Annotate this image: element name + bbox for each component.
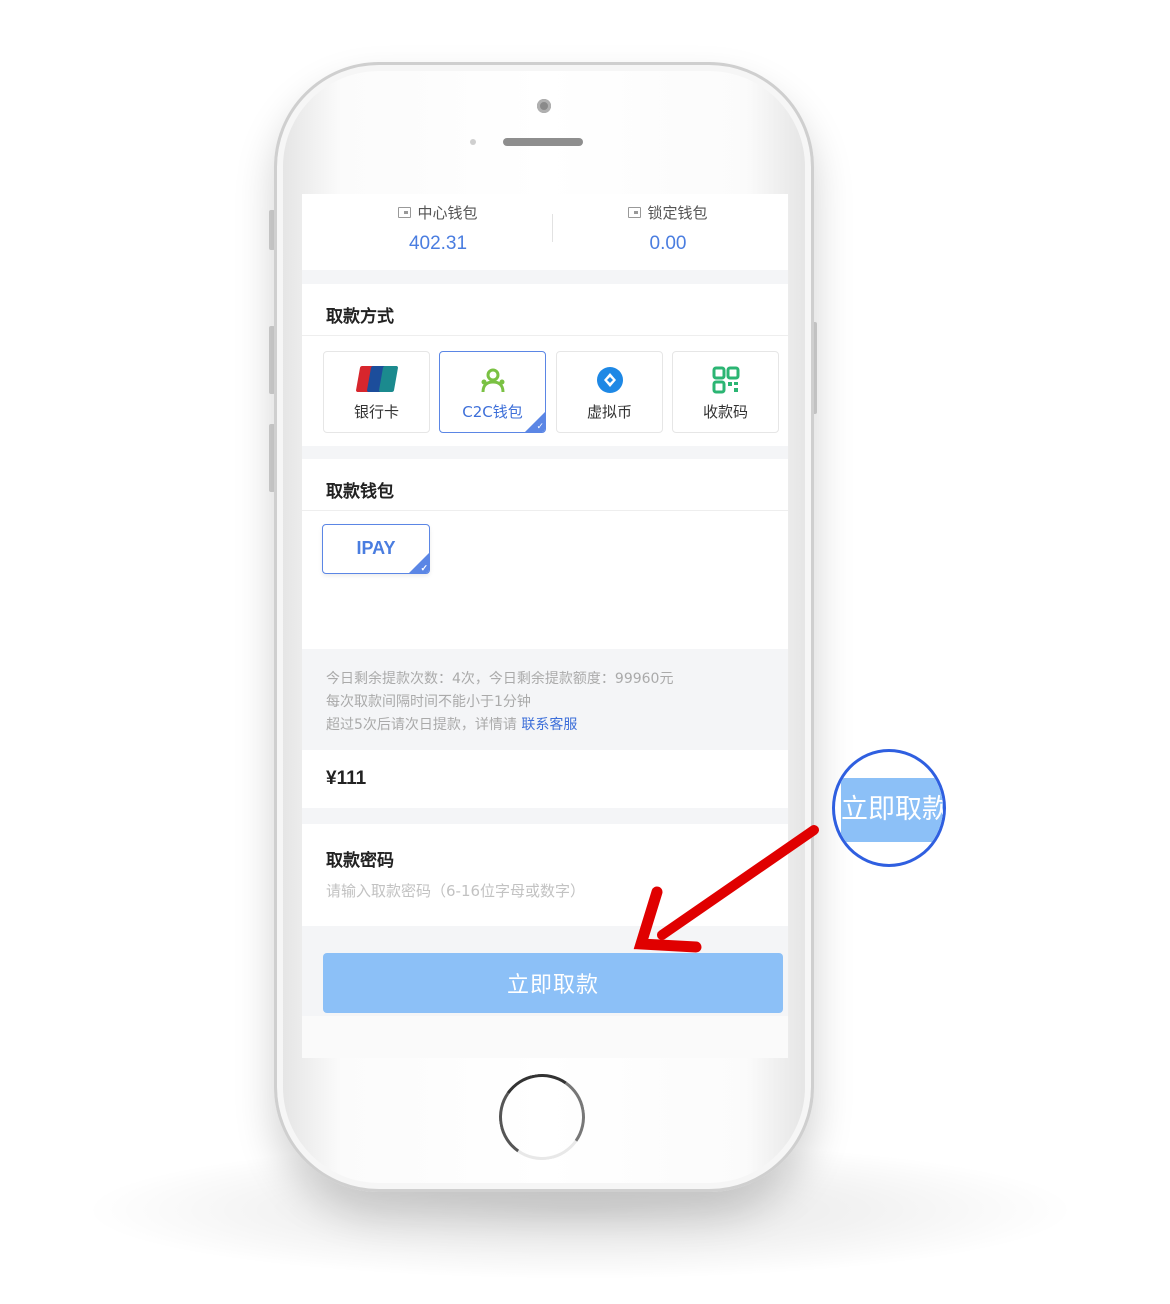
wallet-divider xyxy=(552,214,553,242)
withdraw-wallet-section: 取款钱包 IPAY xyxy=(302,459,788,649)
method-bank-card[interactable]: 银行卡 xyxy=(323,351,430,433)
withdraw-password-input[interactable] xyxy=(326,882,766,900)
selected-check-icon xyxy=(525,412,545,432)
zoom-callout-label: 立即取款 xyxy=(841,778,943,842)
wallet-icon xyxy=(398,207,412,218)
withdraw-method-section: 取款方式 银行卡 C2C钱包 ✓ 虚拟币 收款码 xyxy=(302,284,788,446)
method-label: 虚拟币 xyxy=(586,403,632,421)
wallet-option-ipay[interactable]: IPAY xyxy=(322,524,430,574)
divider xyxy=(302,335,788,336)
method-qr-code[interactable]: 收款码 xyxy=(672,351,779,433)
unionpay-card-icon xyxy=(355,366,398,392)
app-screen: 中心钱包 402.31 锁定钱包 0.00 取款方式 银行卡 C2C钱包 ✓ 虚… xyxy=(302,194,788,1058)
info-line: 超过5次后请次日提款，详情请 xyxy=(326,717,517,733)
c2c-users-icon xyxy=(481,368,504,393)
section-title: 取款方式 xyxy=(326,307,394,327)
proximity-sensor xyxy=(470,139,476,145)
contact-support-link[interactable]: 联系客服 xyxy=(521,717,577,733)
section-title: 取款钱包 xyxy=(326,482,394,502)
password-label: 取款密码 xyxy=(326,851,394,871)
divider xyxy=(302,510,788,511)
locked-wallet-label: 锁定钱包 xyxy=(647,204,708,222)
wallet-balance-card: 中心钱包 402.31 锁定钱包 0.00 xyxy=(302,194,788,270)
password-section: 取款密码 xyxy=(302,824,788,926)
selected-check-icon xyxy=(409,553,429,573)
withdraw-now-button[interactable]: 立即取款 xyxy=(323,953,783,1013)
zoom-callout: 立即取款 xyxy=(832,749,946,867)
qr-code-icon xyxy=(712,366,739,394)
info-line: 每次取款间隔时间不能小于1分钟 xyxy=(326,694,531,710)
wallet-icon xyxy=(628,207,642,218)
amount-field[interactable]: ¥111 xyxy=(302,750,788,808)
amount-value: ¥111 xyxy=(326,768,367,789)
wallet-option-label: IPAY xyxy=(356,538,396,558)
method-label: 收款码 xyxy=(702,403,748,421)
locked-wallet-value: 0.00 xyxy=(649,233,687,254)
withdraw-limits-info: 今日剩余提款次数：4次，今日剩余提款额度：99960元 每次取款间隔时间不能小于… xyxy=(326,668,673,737)
method-label: 银行卡 xyxy=(353,403,399,421)
crypto-coin-icon xyxy=(596,367,623,393)
info-line: 今日剩余提款次数：4次，今日剩余提款额度：99960元 xyxy=(326,671,674,687)
bottom-strip xyxy=(302,1016,788,1058)
center-wallet-label: 中心钱包 xyxy=(417,204,478,222)
method-c2c-wallet[interactable]: C2C钱包 xyxy=(439,351,546,433)
front-camera xyxy=(537,99,551,113)
method-crypto[interactable]: 虚拟币 xyxy=(556,351,663,433)
center-wallet: 中心钱包 402.31 xyxy=(338,202,538,255)
locked-wallet: 锁定钱包 0.00 xyxy=(568,202,768,255)
earpiece-speaker xyxy=(503,138,583,146)
center-wallet-value: 402.31 xyxy=(408,233,468,254)
